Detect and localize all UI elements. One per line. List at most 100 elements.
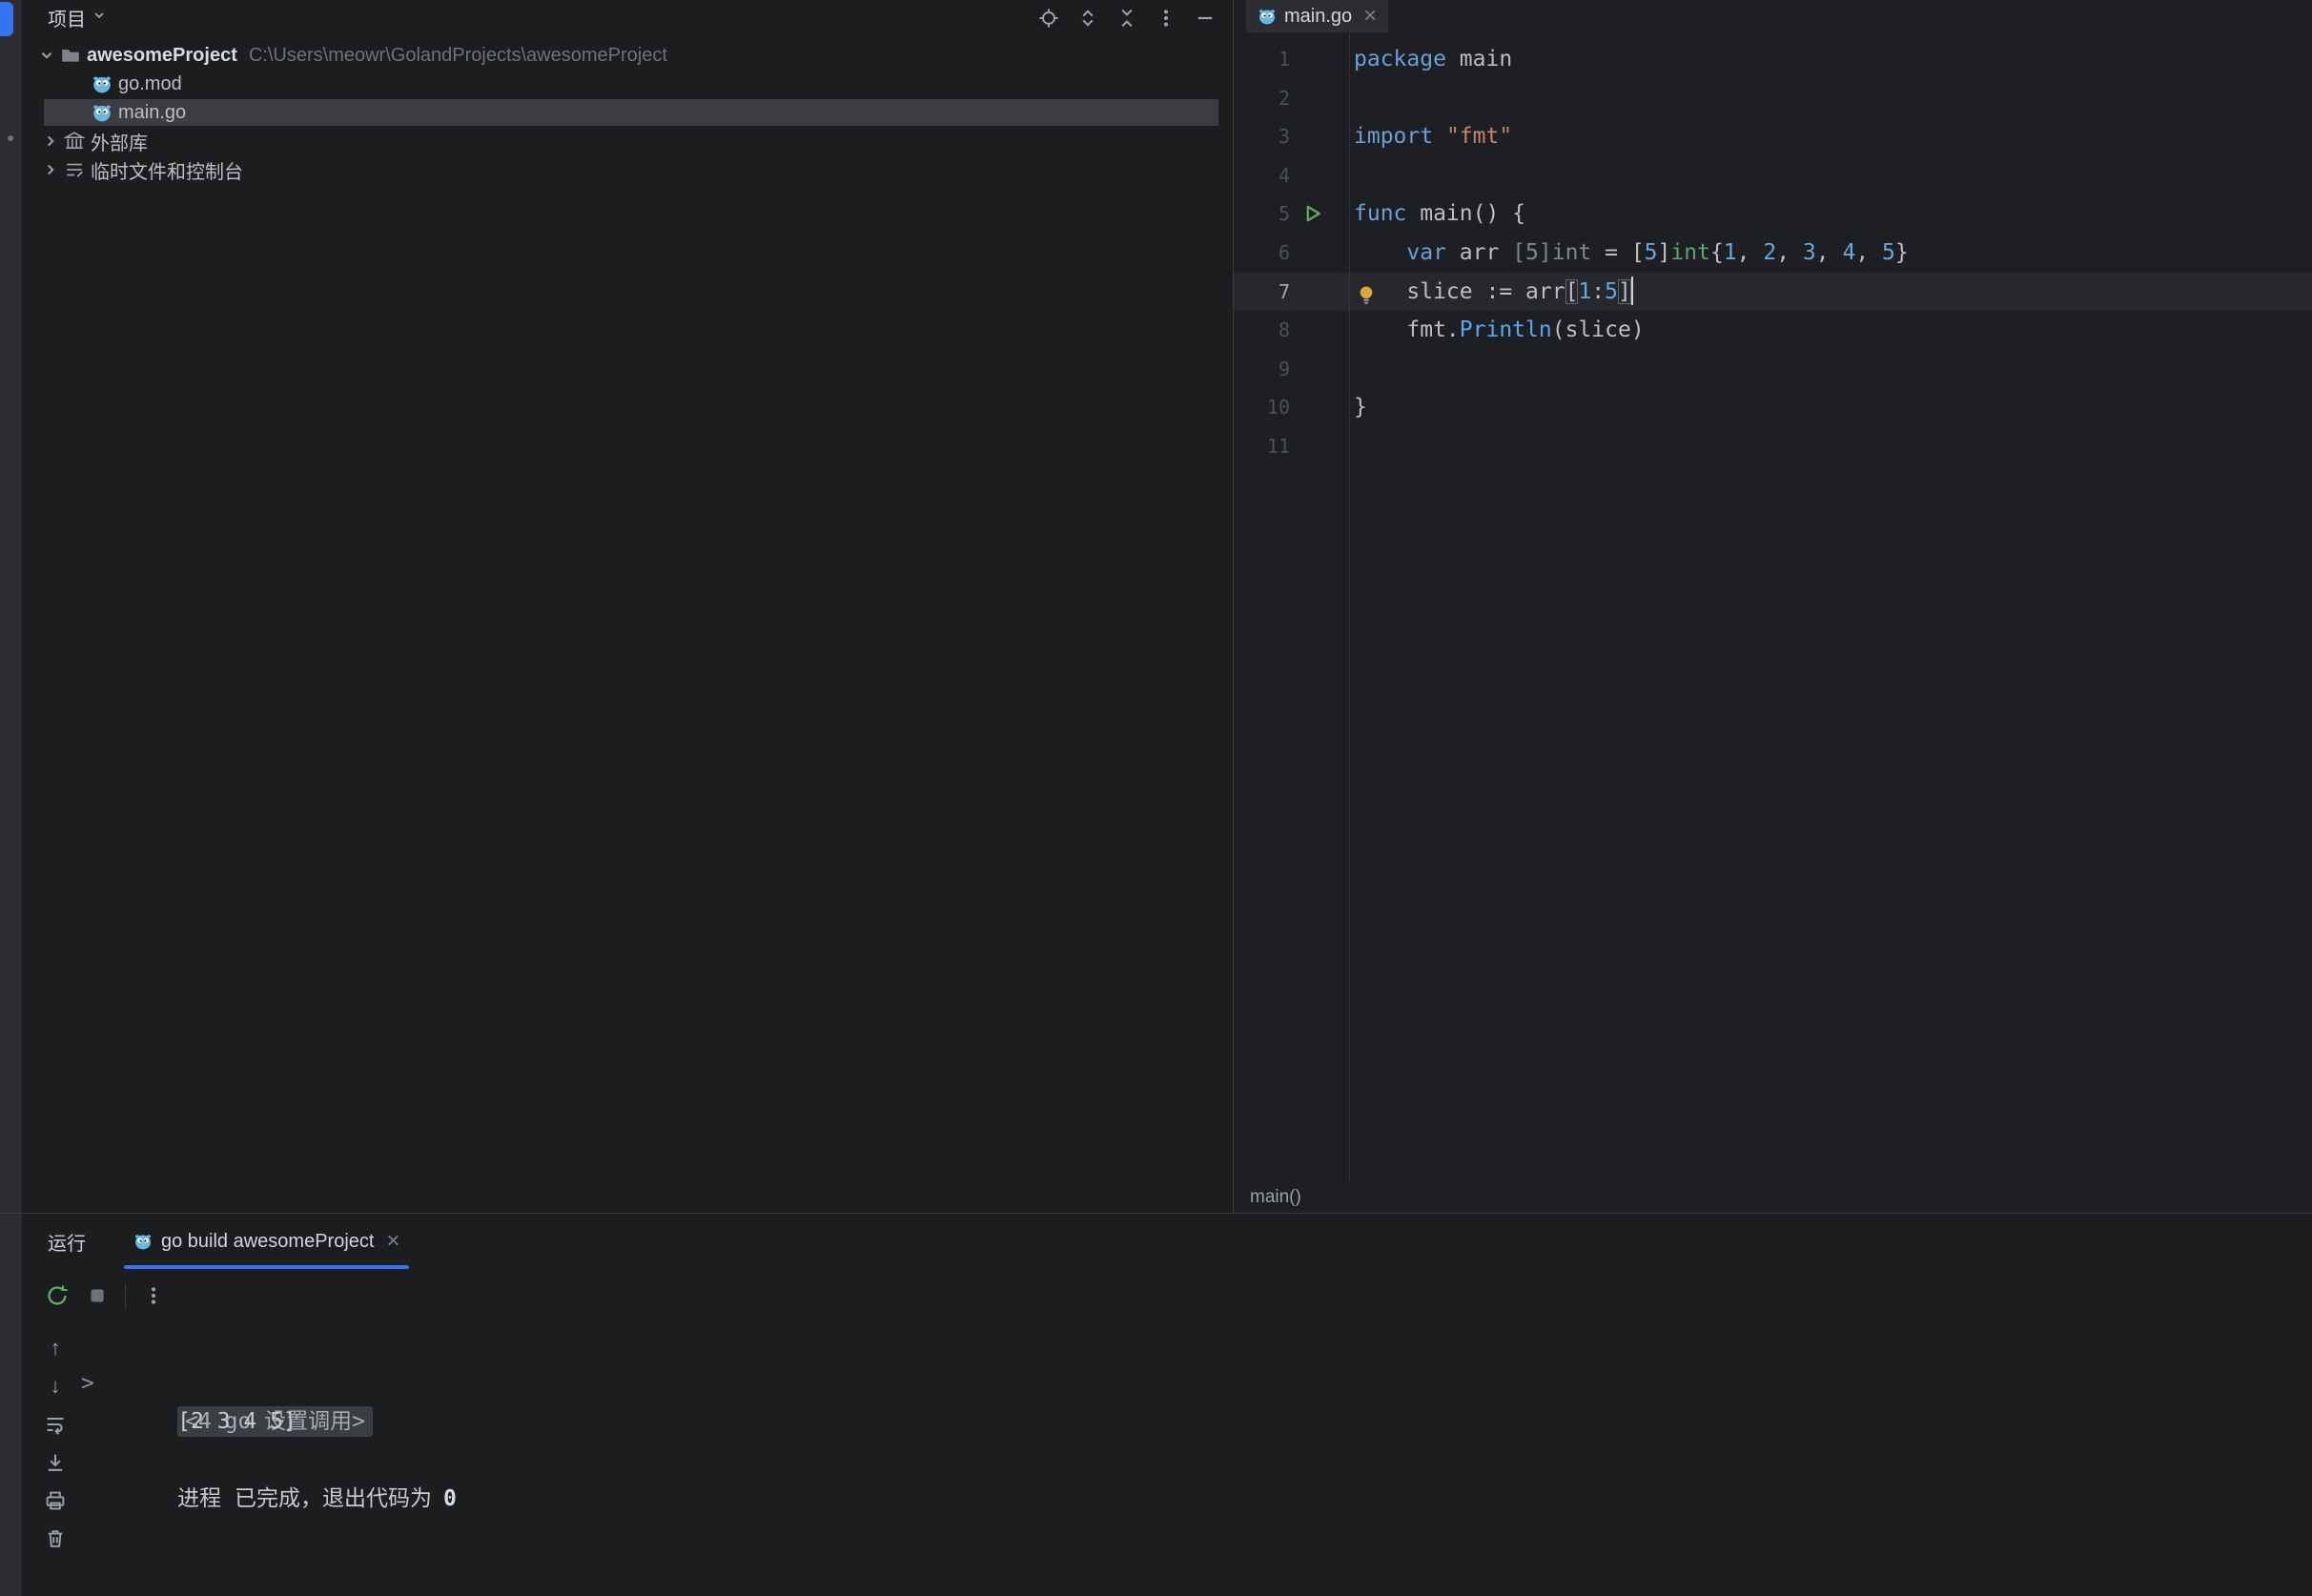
expand-all-button[interactable] [1075, 6, 1100, 31]
code-line[interactable]: 9 [1234, 350, 2312, 389]
scratches-icon [64, 159, 85, 180]
gutter-slot [1290, 79, 1349, 118]
clear-console-button[interactable] [44, 1527, 67, 1550]
project-tool-window: 项目 [22, 0, 1233, 1213]
code-text: import "fmt" [1349, 117, 2312, 156]
code-text: var arr [5]int = [5]int{1, 2, 3, 4, 5} [1349, 234, 2312, 273]
run-panel-title: 运行 [22, 1228, 86, 1256]
stop-icon [86, 1284, 109, 1307]
breadcrumb-bar: main() [1234, 1182, 2312, 1213]
project-root-path: C:\Users\meowr\GolandProjects\awesomePro… [249, 45, 667, 67]
code-editor[interactable]: 1 package main 23 import "fmt" 45func main()… [1234, 32, 2312, 1182]
run-panel-header: 运行 go build awesomeProject × [22, 1214, 2312, 1269]
tree-row-gomod[interactable]: go.mod [22, 70, 1233, 98]
breadcrumb-item[interactable]: main() [1250, 1187, 1301, 1207]
folder-icon [60, 45, 81, 66]
run-more-options-button[interactable] [141, 1283, 166, 1308]
print-button[interactable] [44, 1489, 67, 1512]
more-options-button[interactable] [1154, 6, 1178, 31]
code-line[interactable]: 7 slice := arr[1:5] [1234, 273, 2312, 312]
code-text: package main [1349, 40, 2312, 79]
tool-window-stripe-dot[interactable] [8, 135, 13, 141]
line-number[interactable]: 1 [1234, 40, 1290, 79]
project-panel-actions [1036, 6, 1233, 31]
run-icon [1301, 202, 1324, 225]
gutter-slot [1290, 350, 1349, 389]
tool-window-stripe [0, 0, 22, 1596]
run-tab-go-build[interactable]: go build awesomeProject × [120, 1214, 413, 1269]
line-number[interactable]: 3 [1234, 117, 1290, 156]
node-name: 临时文件和控制台 [91, 156, 243, 184]
trash-icon [44, 1527, 67, 1550]
tab-label: main.go [1284, 6, 1352, 28]
code-line[interactable]: 6 var arr [5]int = [5]int{1, 2, 3, 4, 5} [1234, 234, 2312, 273]
project-view-selector[interactable]: 项目 [22, 4, 107, 31]
expand-all-icon [1076, 7, 1099, 30]
bulb-icon [1355, 283, 1378, 306]
tree-row-scratches[interactable]: 临时文件和控制台 [22, 155, 1233, 184]
line-number[interactable]: 9 [1234, 350, 1290, 389]
toolbar-separator [125, 1283, 126, 1308]
close-tab-icon[interactable]: × [1360, 5, 1377, 28]
console-line-output: [2 3 4 5] [22, 1364, 2312, 1403]
gutter-slot [1290, 156, 1349, 195]
line-number[interactable]: 7 [1234, 273, 1290, 312]
code-line[interactable]: 3 import "fmt" [1234, 117, 2312, 156]
code-line[interactable]: 8 fmt.Println(slice) [1234, 311, 2312, 350]
code-line[interactable]: 10} [1234, 388, 2312, 427]
line-number[interactable]: 10 [1234, 388, 1290, 427]
line-number[interactable]: 5 [1234, 194, 1290, 234]
code-line[interactable]: 1 package main [1234, 40, 2312, 79]
stop-button[interactable] [85, 1283, 110, 1308]
print-icon [44, 1489, 67, 1512]
console-line-setup: > <4 go 设置调用> [22, 1325, 2312, 1364]
editor-tab-maingo[interactable]: main.go × [1246, 0, 1388, 32]
line-number[interactable]: 11 [1234, 427, 1290, 466]
console-line-blank [22, 1402, 2312, 1442]
run-console[interactable]: > <4 go 设置调用> [2 3 4 5] 进程 已完成，退出代码为0 [22, 1325, 2312, 1480]
chevron-down-icon[interactable] [37, 45, 56, 66]
gutter-slot [1290, 234, 1349, 273]
close-run-tab-icon[interactable]: × [382, 1230, 399, 1253]
code-text [1349, 350, 2312, 389]
hide-tool-window-button[interactable] [1193, 6, 1217, 31]
line-number[interactable]: 4 [1234, 156, 1290, 195]
code-text: fmt.Println(slice) [1349, 311, 2312, 350]
active-tool-window-indicator[interactable] [0, 2, 13, 36]
intention-bulb-icon[interactable] [1355, 280, 1378, 303]
collapse-all-icon [1115, 7, 1138, 30]
run-toolbar [45, 1269, 166, 1322]
gutter-slot [1290, 388, 1349, 427]
code-line[interactable]: 2 [1234, 79, 2312, 118]
collapse-all-button[interactable] [1115, 6, 1139, 31]
file-name: main.go [118, 102, 186, 124]
code-line[interactable]: 4 [1234, 156, 2312, 195]
editor-area: main.go × 1package main23import "fmt"45f… [1234, 0, 2312, 1213]
gutter-slot [1290, 40, 1349, 79]
chevron-right-icon[interactable] [41, 159, 60, 180]
node-name: 外部库 [91, 128, 148, 155]
line-number[interactable]: 8 [1234, 311, 1290, 350]
kebab-menu-icon [1155, 7, 1177, 30]
project-panel-title: 项目 [48, 4, 86, 31]
rerun-icon [45, 1283, 70, 1308]
chevron-right-icon[interactable] [41, 131, 60, 152]
go-file-icon [133, 1232, 153, 1251]
editor-tab-bar: main.go × [1234, 0, 2312, 32]
go-file-icon [92, 73, 113, 94]
rerun-button[interactable] [45, 1283, 70, 1308]
project-root-name: awesomeProject [87, 45, 237, 67]
go-file-icon [92, 102, 113, 123]
line-number[interactable]: 2 [1234, 79, 1290, 118]
code-text [1349, 427, 2312, 466]
tree-row-external-libraries[interactable]: 外部库 [22, 127, 1233, 155]
gutter-slot [1290, 117, 1349, 156]
locate-opened-file-button[interactable] [1036, 6, 1061, 31]
line-number[interactable]: 6 [1234, 234, 1290, 273]
tree-row-maingo[interactable]: main.go [22, 98, 1233, 127]
run-gutter-icon[interactable] [1290, 194, 1349, 234]
tree-row-project-root[interactable]: awesomeProject C:\Users\meowr\GolandProj… [22, 41, 1233, 70]
code-line[interactable]: 5func main() { [1234, 194, 2312, 234]
code-line[interactable]: 11 [1234, 427, 2312, 466]
gutter-separator [1349, 32, 1350, 1182]
